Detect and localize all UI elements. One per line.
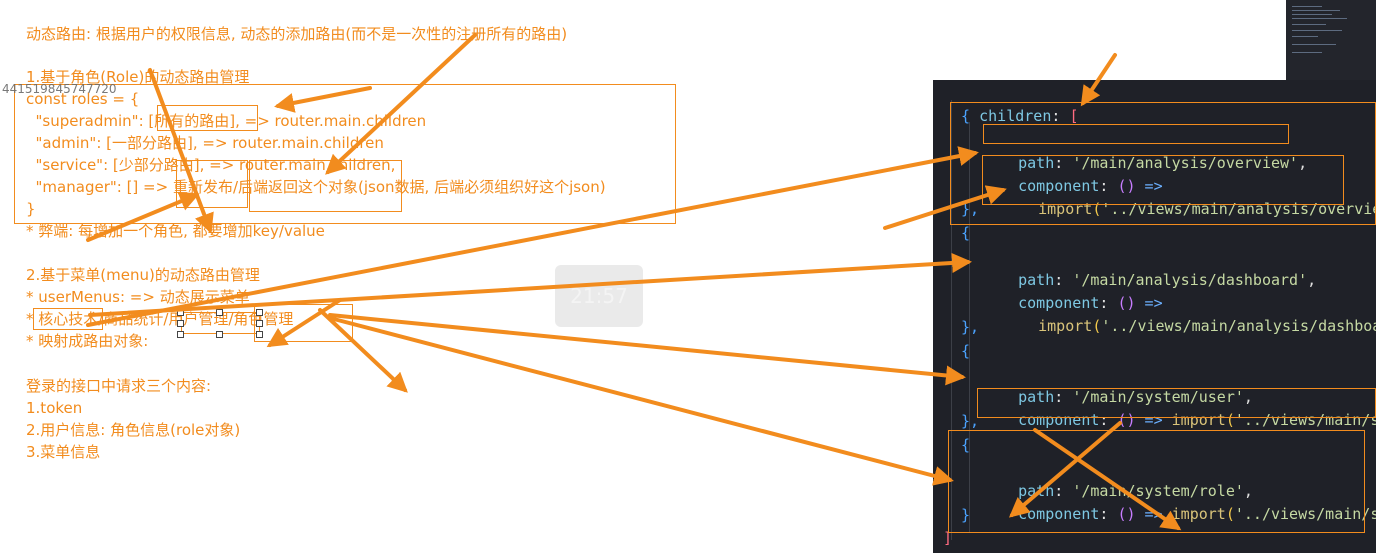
arrow xyxy=(1008,421,1122,518)
arrow xyxy=(86,191,200,242)
arrow xyxy=(266,298,342,348)
arrow xyxy=(328,313,966,386)
arrow xyxy=(328,316,954,486)
arrow xyxy=(148,68,214,234)
arrow xyxy=(88,252,972,317)
arrow xyxy=(325,33,477,175)
arrow xyxy=(1080,53,1117,107)
annotation-arrows xyxy=(86,33,1182,531)
arrow xyxy=(883,185,1007,230)
arrow xyxy=(274,86,372,113)
arrow xyxy=(86,146,979,327)
